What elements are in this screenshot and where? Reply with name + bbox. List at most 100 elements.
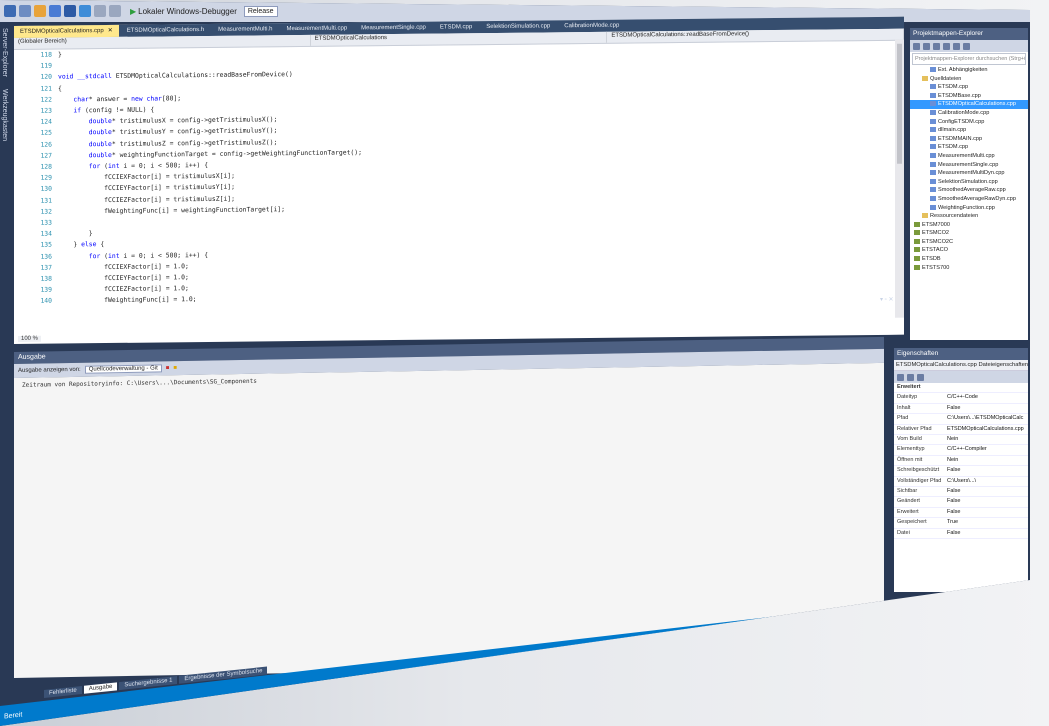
solution-tree-item[interactable]: ConfigETSDM.cpp [910,118,1028,127]
save-icon[interactable] [64,5,76,17]
solution-tree-item[interactable]: ETSMCO2 [910,229,1028,238]
refresh-icon[interactable] [933,42,940,50]
tree-item-label: ETSDM.cpp [938,84,969,91]
server-explorer-tab[interactable]: Server-Explorer [0,22,9,83]
code-text[interactable]: } void __stdcall ETSDMOpticalCalculations… [58,41,904,328]
property-value[interactable]: False [947,529,1028,538]
output-source-select[interactable]: Quellcodeverwaltung - Git [84,364,162,374]
scrollbar-thumb[interactable] [897,43,902,164]
save-all-icon[interactable] [79,5,91,17]
panel-splitter-controls[interactable]: ▾ ▫ ✕ [880,296,894,303]
zoom-level[interactable]: 100 % [18,335,42,342]
tab-etsdm-optical-calculations-h[interactable]: ETSDMOpticalCalculations.h [121,24,210,37]
property-row[interactable]: Gespeichert True [894,518,1028,529]
solution-tree-item[interactable]: ETSTACO [910,246,1028,255]
solution-search-input[interactable]: Projektmappen-Explorer durchsuchen (Strg… [912,53,1026,65]
property-value[interactable]: Nein [947,435,1028,444]
properties-icon[interactable] [963,42,970,50]
property-value[interactable]: False [947,508,1028,517]
solution-explorer-toolbar [910,40,1028,52]
solution-tree-item[interactable]: ETSTS700 [910,264,1028,273]
property-name: Elementtyp [897,446,925,453]
tab-calibration-mode-cpp[interactable]: CalibrationMode.cpp [558,20,625,33]
solution-tree-item[interactable]: WeightingFunction.cpp [910,204,1028,213]
property-row[interactable]: Vollständiger Pfad C:\Users\...\ [894,477,1028,488]
tab-selektion-simulation-cpp[interactable]: SelektionSimulation.cpp [480,20,556,33]
clear-all-icon[interactable]: ■ [166,365,170,371]
editor-vertical-scrollbar[interactable] [895,39,904,318]
categorized-icon[interactable] [897,373,904,381]
solution-tree-item[interactable]: Ext. Abhängigkeiten [910,66,1028,75]
toolbox-tab[interactable]: Werkzeugkasten [0,83,9,147]
solution-tree-item[interactable]: Quelldateien [910,75,1028,84]
tab-etsdm-optical-calculations-cpp[interactable]: ETSDMOpticalCalculations.cpp ✕ [14,24,119,38]
navigate-back-icon[interactable] [4,5,16,17]
tree-item-label: ETSDM.cpp [938,144,969,151]
property-row[interactable]: Pfad C:\Users\...\ETSDMOpticalCalc [894,414,1028,425]
collapse-all-icon[interactable] [943,42,950,50]
redo-icon[interactable] [109,5,121,17]
solution-tree-item[interactable]: ETSM7000 [910,221,1028,230]
property-row[interactable]: Elementtyp C/C++-Compiler [894,445,1028,456]
properties-object-select[interactable]: ETSDMOpticalCalculations.cpp Dateieigens… [894,360,1028,371]
output-text[interactable]: Zeitraum von Repositoryinfo: C:\Users\..… [14,362,884,678]
property-row[interactable]: Öffnen mit Nein [894,456,1028,467]
tree-item-label: ETSM7000 [922,221,950,228]
solution-tree-item[interactable]: ETSMCO2C [910,238,1028,247]
property-value[interactable]: C:\Users\...\ETSDMOpticalCalc [947,414,1028,423]
property-value[interactable]: False [947,404,1028,413]
property-row[interactable]: Relativer Pfad ETSDMOpticalCalculations.c… [894,425,1028,436]
solution-tree-item[interactable]: SmoothedAverageRaw.cpp [910,186,1028,195]
property-row[interactable]: Datei False [894,529,1028,540]
property-value[interactable]: False [947,487,1028,496]
undo-icon[interactable] [94,5,106,17]
property-row[interactable]: Dateityp C/C++-Code [894,393,1028,404]
property-row[interactable]: Schreibgeschützt False [894,466,1028,477]
line-number: 133 [40,218,52,227]
solution-tree-item[interactable]: MeasurementMultiDyn.cpp [910,169,1028,178]
solution-tree-item[interactable]: ETSDM.cpp [910,143,1028,152]
tab-measurement-multi-cpp[interactable]: MeasurementMulti.cpp [280,22,353,35]
new-project-icon[interactable] [34,5,46,17]
property-value[interactable]: C/C++-Code [947,393,1028,402]
solution-tree-item[interactable]: Ressourcendateien [910,212,1028,221]
solution-tree-item[interactable]: CalibrationMode.cpp [910,109,1028,118]
property-value[interactable]: False [947,497,1028,506]
solution-tree-item[interactable]: ETSDMOpticalCalculations.cpp [910,100,1028,109]
property-value[interactable]: ETSDMOpticalCalculations.cpp [947,425,1028,434]
tab-etsdm-cpp[interactable]: ETSDM.cpp [434,21,478,33]
property-value[interactable]: C/C++-Compiler [947,445,1028,454]
property-value[interactable]: Nein [947,456,1028,465]
property-row[interactable]: Sichtbar False [894,487,1028,498]
solution-tree-item[interactable]: ETSDMMAIN.cpp [910,135,1028,144]
property-row[interactable]: Inhalt False [894,404,1028,415]
start-debugging-button[interactable]: ▶ Lokaler Windows-Debugger [130,7,237,16]
property-value[interactable]: True [947,518,1028,527]
close-tab-icon[interactable]: ✕ [108,28,113,34]
word-wrap-icon[interactable]: ■ [173,365,177,371]
home-icon[interactable] [913,42,920,50]
property-row[interactable]: Erweitert False [894,508,1028,519]
solution-tree-item[interactable]: dllmain.cpp [910,126,1028,135]
sync-icon[interactable] [923,42,930,50]
solution-tree-item[interactable]: ETSDMBase.cpp [910,92,1028,101]
property-row[interactable]: Vom Build Nein [894,435,1028,446]
property-row[interactable]: Geändert False [894,497,1028,508]
property-pages-icon[interactable] [917,373,924,381]
navigate-forward-icon[interactable] [19,5,31,17]
open-file-icon[interactable] [49,5,61,17]
configuration-select[interactable]: Release [243,5,278,17]
solution-tree-item[interactable]: ETSDB [910,255,1028,264]
solution-tree-item[interactable]: ETSDM.cpp [910,83,1028,92]
alphabetical-icon[interactable] [907,373,914,381]
show-all-files-icon[interactable] [953,42,960,50]
code-area[interactable]: 118 119 120 121 122 123 124 125 126 127 128 129 130 1… [14,41,904,328]
tab-measurement-multi-h[interactable]: MeasurementMulti.h [212,23,278,36]
property-value[interactable]: C:\Users\...\ [947,477,1028,486]
solution-tree-item[interactable]: MeasurementMulti.cpp [910,152,1028,161]
solution-tree-item[interactable]: SmoothedAverageRawDyn.cpp [910,195,1028,204]
solution-tree-item[interactable]: SelektionSimulation.cpp [910,178,1028,187]
tab-measurement-single-cpp[interactable]: MeasurementSingle.cpp [355,22,432,35]
solution-tree-item[interactable]: MeasurementSingle.cpp [910,161,1028,170]
property-value[interactable]: False [947,466,1028,475]
